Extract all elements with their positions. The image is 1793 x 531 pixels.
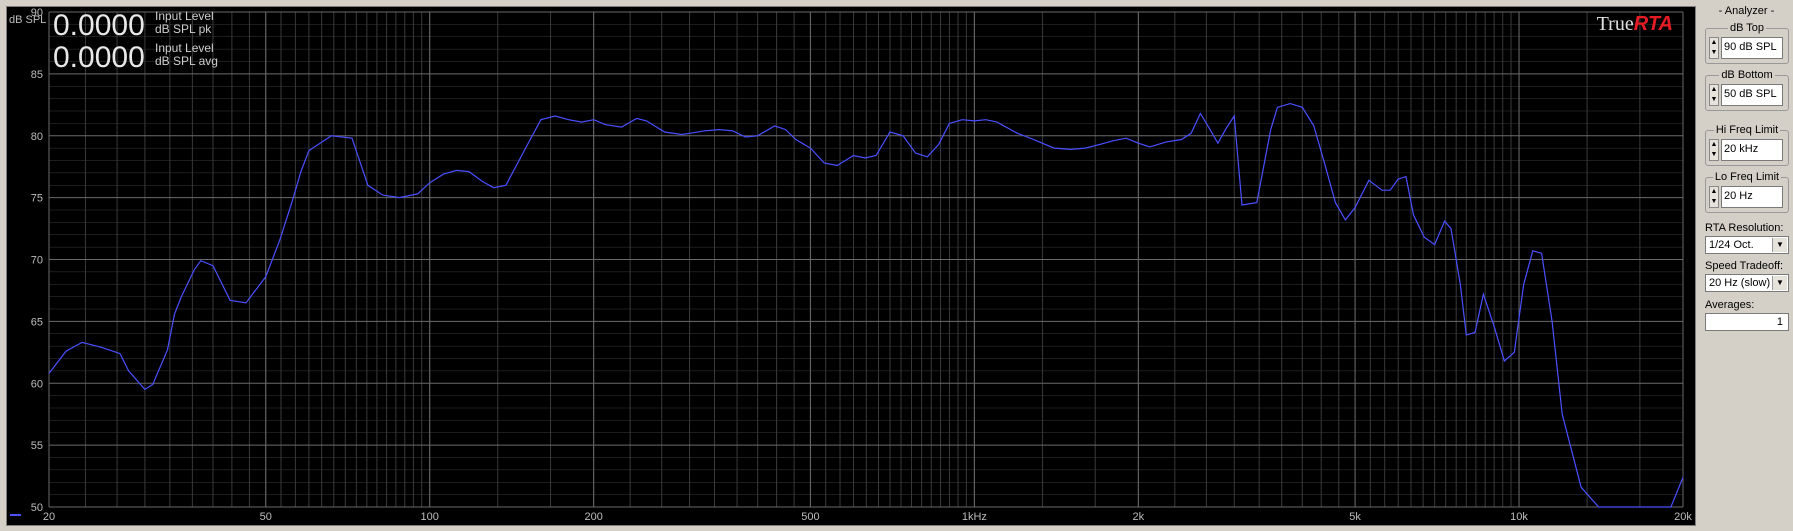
db-top-label: dB Top: [1727, 22, 1767, 34]
y-tick-label: 60: [31, 378, 43, 390]
x-tick-label: 20k: [1674, 511, 1692, 523]
lo-freq-label: Lo Freq Limit: [1712, 171, 1782, 183]
x-tick-label: 50: [260, 511, 272, 523]
x-tick-label: 5k: [1349, 511, 1361, 523]
rta-resolution-label: RTA Resolution:: [1705, 222, 1784, 234]
plot-area: 20 50 100 200 500 1kHz 2k 5k 10k 20k 90 85 80 75 70 65…: [6, 6, 1696, 526]
avg-label-line2: dB SPL avg: [155, 54, 218, 68]
truerta-logo: TrueRTA: [1597, 13, 1673, 36]
logo-rta: RTA: [1633, 13, 1673, 35]
y-tick-label: 80: [31, 131, 43, 143]
avg-level-value: 0.0000: [53, 41, 145, 74]
logo-true: True: [1596, 13, 1634, 35]
x-tick-label: 100: [421, 511, 439, 523]
x-tick-label: 500: [801, 511, 819, 523]
x-tick-label: 20: [43, 511, 55, 523]
avg-level-label: Input Level dB SPL avg: [155, 42, 218, 68]
y-tick-label: 55: [31, 440, 43, 452]
db-top-field[interactable]: 90 dB SPL: [1721, 37, 1783, 59]
y-tick-label: 70: [31, 255, 43, 267]
averages-label: Averages:: [1705, 299, 1755, 311]
hi-freq-field[interactable]: 20 kHz: [1721, 139, 1783, 161]
db-top-group: dB Top ▲ ▼ 90 dB SPL: [1705, 22, 1789, 64]
db-top-spinner[interactable]: ▲ ▼: [1709, 37, 1719, 59]
x-tick-label: 200: [584, 511, 602, 523]
db-bottom-field[interactable]: 50 dB SPL: [1721, 84, 1783, 106]
hi-freq-label: Hi Freq Limit: [1713, 124, 1781, 136]
chevron-down-icon[interactable]: ▼: [1772, 238, 1787, 252]
speed-tradeoff-label: Speed Tradeoff:: [1705, 260, 1784, 272]
lo-freq-field[interactable]: 20 Hz: [1721, 186, 1783, 208]
hi-freq-spinner[interactable]: ▲ ▼: [1709, 139, 1719, 161]
db-bottom-spinner[interactable]: ▲ ▼: [1709, 84, 1719, 106]
hi-freq-group: Hi Freq Limit ▲ ▼ 20 kHz: [1705, 124, 1789, 166]
x-tick-label: 10k: [1510, 511, 1528, 523]
peak-level-value: 0.0000: [53, 9, 145, 42]
y-tick-label: 75: [31, 193, 43, 205]
lo-freq-spinner[interactable]: ▲ ▼: [1709, 186, 1719, 208]
averages-field[interactable]: 1: [1705, 313, 1789, 331]
analyzer-title: - Analyzer -: [1718, 5, 1775, 17]
rta-resolution-value: 1/24 Oct.: [1709, 239, 1754, 251]
speed-tradeoff-select[interactable]: 20 Hz (slow) ▼: [1705, 274, 1789, 292]
peak-label-line2: dB SPL pk: [155, 22, 212, 36]
chart-svg: 20 50 100 200 500 1kHz 2k 5k 10k 20k 908580757065…: [9, 7, 1692, 523]
chevron-down-icon[interactable]: ▼: [1772, 276, 1787, 290]
x-tick-label: 1kHz: [962, 511, 987, 523]
lo-freq-group: Lo Freq Limit ▲ ▼ 20 Hz: [1705, 171, 1789, 213]
y-axis-label: dB SPL: [9, 14, 46, 26]
analyzer-panel: - Analyzer - dB Top ▲ ▼ 90 dB SPL dB Bott…: [1700, 0, 1793, 531]
x-tick-label: 2k: [1133, 511, 1145, 523]
peak-level-label: Input Level dB SPL pk: [155, 10, 214, 36]
rta-resolution-select[interactable]: 1/24 Oct. ▼: [1705, 236, 1789, 254]
y-tick-label: 85: [31, 69, 43, 81]
y-tick-label: 50: [31, 502, 43, 514]
db-bottom-label: dB Bottom: [1719, 69, 1775, 81]
speed-tradeoff-value: 20 Hz (slow): [1709, 277, 1771, 289]
db-bottom-group: dB Bottom ▲ ▼ 50 dB SPL: [1705, 69, 1789, 111]
y-tick-label: 65: [31, 316, 43, 328]
